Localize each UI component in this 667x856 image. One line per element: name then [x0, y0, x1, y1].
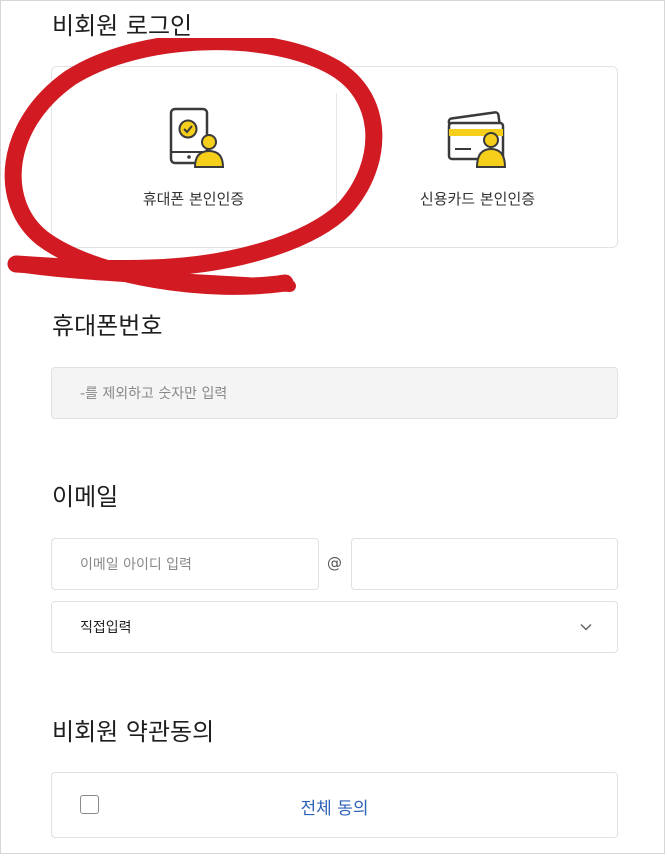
chevron-down-icon	[580, 623, 592, 631]
card-auth-button[interactable]: 신용카드 본인인증	[336, 67, 619, 247]
agree-all-checkbox[interactable]	[80, 795, 99, 814]
terms-section-title: 비회원 약관동의	[52, 718, 215, 746]
phone-section-title: 휴대폰번호	[52, 312, 163, 340]
guest-login-title: 비회원 로그인	[52, 12, 193, 40]
card-person-icon	[447, 111, 506, 168]
at-sign: @	[327, 554, 342, 572]
email-domain-select-value: 직접입력	[80, 620, 132, 636]
phone-input-placeholder: -를 제외하고 숫자만 입력	[80, 386, 228, 402]
phone-input[interactable]: -를 제외하고 숫자만 입력	[51, 367, 618, 419]
card-auth-label: 신용카드 본인인증	[419, 190, 536, 208]
phone-auth-button[interactable]: 휴대폰 본인인증	[52, 67, 335, 247]
phone-auth-label: 휴대폰 본인인증	[142, 190, 245, 208]
email-id-placeholder: 이메일 아이디 입력	[80, 557, 192, 573]
email-domain-select[interactable]: 직접입력	[51, 601, 618, 653]
auth-method-box: 휴대폰 본인인증 신용카드 본인인증	[51, 66, 618, 248]
agree-all-label[interactable]: 전체 동의	[52, 794, 617, 819]
phone-person-icon	[169, 107, 224, 168]
email-section-title: 이메일	[52, 483, 119, 511]
email-id-input[interactable]: 이메일 아이디 입력	[51, 538, 319, 590]
agree-all-box: 전체 동의	[51, 772, 618, 838]
email-domain-input[interactable]	[351, 538, 618, 590]
